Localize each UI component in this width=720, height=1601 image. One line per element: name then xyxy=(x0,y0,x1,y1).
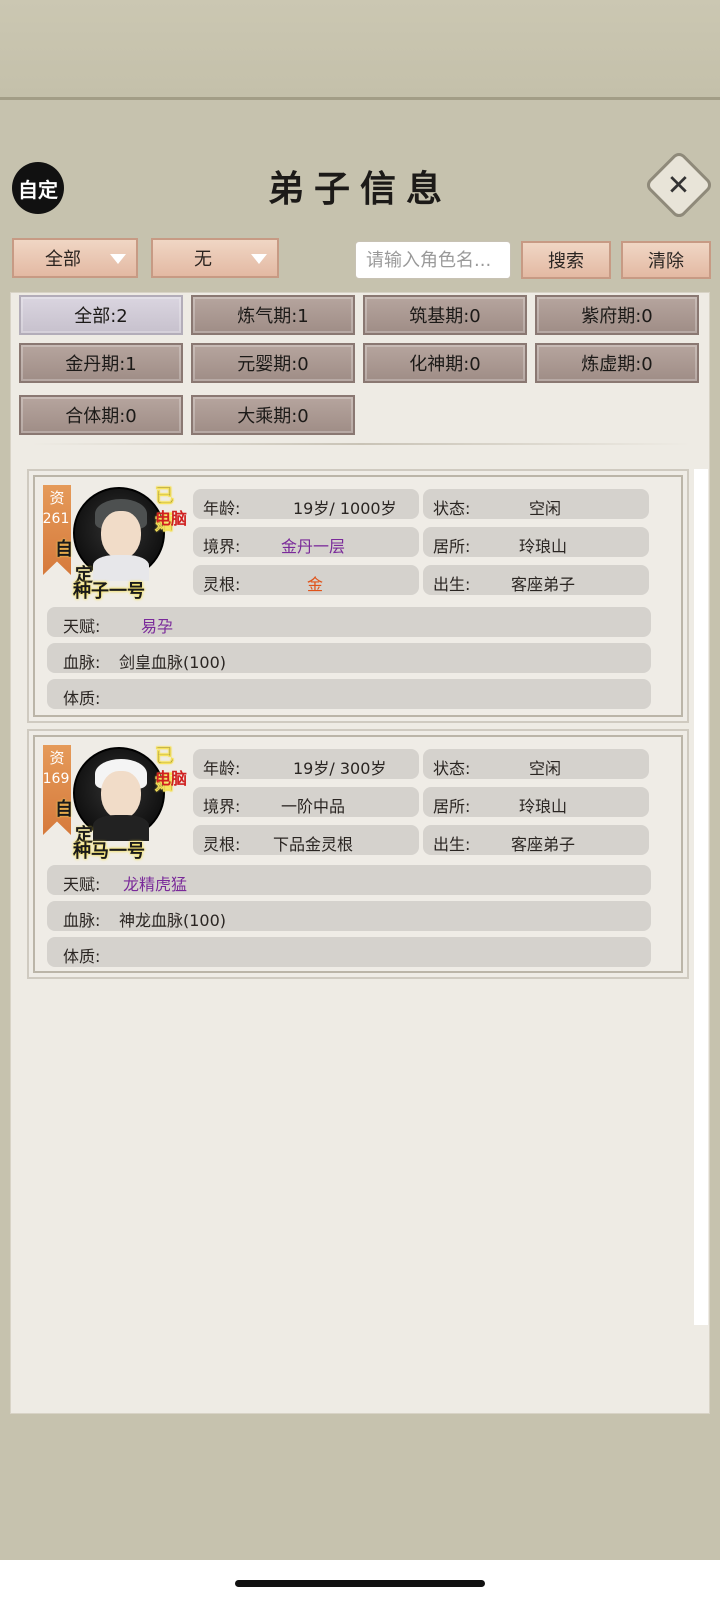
talent-label: 天赋: xyxy=(63,617,101,636)
talent-value: 龙精虎猛 xyxy=(123,875,188,894)
home-indicator[interactable] xyxy=(235,1580,485,1587)
physique-field: 体质: xyxy=(47,679,651,709)
chevron-down-icon xyxy=(251,254,267,264)
realm-field: 境界: 金丹一层 xyxy=(193,527,419,557)
pc-badge: 电脑 xyxy=(155,509,188,528)
disciple-name: 种马一号 xyxy=(73,841,145,862)
birth-value: 客座弟子 xyxy=(511,835,576,854)
realm-filter-heti[interactable]: 合体期:0 xyxy=(19,395,183,435)
disciple-name: 种子一号 xyxy=(73,581,145,602)
realm-value: 金丹一层 xyxy=(281,537,346,556)
physique-label: 体质: xyxy=(63,947,101,966)
birth-field: 出生: 客座弟子 xyxy=(423,825,649,855)
talent-value: 易孕 xyxy=(141,617,174,636)
spirit-root-value: 下品金灵根 xyxy=(273,835,354,854)
realm-filter-zifu[interactable]: 紫府期:0 xyxy=(535,295,699,335)
disciple-portrait: 资 261 已婚 电脑 自 定 种子一号 xyxy=(37,479,187,605)
realm-filter-jindan[interactable]: 金丹期:1 xyxy=(19,343,183,383)
pc-badge: 电脑 xyxy=(155,769,188,788)
custom-badge-1: 自 xyxy=(55,799,73,820)
age-field: 年龄: 19岁/ 300岁 xyxy=(193,749,419,779)
realm-filter-huashen[interactable]: 化神期:0 xyxy=(363,343,527,383)
birth-field: 出生: 客座弟子 xyxy=(423,565,649,595)
status-value: 空闲 xyxy=(529,759,562,778)
residence-label: 居所: xyxy=(433,797,471,816)
scrollbar[interactable] xyxy=(694,469,708,1325)
birth-label: 出生: xyxy=(433,575,471,594)
disciple-portrait: 资 169 已婚 电脑 自 定 种马一号 xyxy=(37,739,187,865)
page-title: 弟子信息 xyxy=(267,168,452,210)
aptitude-value: 261 xyxy=(42,511,70,527)
realm-label: 境界: xyxy=(203,797,241,816)
spirit-root-value: 金 xyxy=(307,575,324,594)
spirit-root-label: 灵根: xyxy=(203,575,241,594)
divider xyxy=(31,443,691,445)
realm-filter-lianqi[interactable]: 炼气期:1 xyxy=(191,295,355,335)
clear-button[interactable]: 清除 xyxy=(621,241,711,279)
subfilter-dropdown[interactable]: 无 xyxy=(151,238,279,278)
bloodline-field: 血脉: 剑皇血脉(100) xyxy=(47,643,651,673)
category-dropdown[interactable]: 全部 xyxy=(12,238,138,278)
residence-value: 玲琅山 xyxy=(519,537,568,556)
status-label: 状态: xyxy=(433,759,471,778)
disciple-card[interactable]: 资 261 已婚 电脑 自 定 种子一号 年龄: 19岁/ 1000岁 状态: … xyxy=(27,469,689,723)
age-field: 年龄: 19岁/ 1000岁 xyxy=(193,489,419,519)
talent-field: 天赋: 龙精虎猛 xyxy=(47,865,651,895)
bloodline-label: 血脉: xyxy=(63,653,101,672)
realm-filter-yuanying[interactable]: 元婴期:0 xyxy=(191,343,355,383)
search-button[interactable]: 搜索 xyxy=(521,241,611,279)
birth-label: 出生: xyxy=(433,835,471,854)
realm-filter-dacheng[interactable]: 大乘期:0 xyxy=(191,395,355,435)
status-field: 状态: 空闲 xyxy=(423,749,649,779)
status-field: 状态: 空闲 xyxy=(423,489,649,519)
disciple-card[interactable]: 资 169 已婚 电脑 自 定 种马一号 年龄: 19岁/ 300岁 状态: 空… xyxy=(27,729,689,979)
age-value: 19岁/ 300岁 xyxy=(293,759,387,778)
physique-field: 体质: xyxy=(47,937,651,967)
aptitude-value: 169 xyxy=(42,771,70,787)
residence-field: 居所: 玲琅山 xyxy=(423,527,649,557)
content-area: 全部:2 炼气期:1 筑基期:0 紫府期:0 金丹期:1 元婴期:0 化神期:0… xyxy=(10,292,710,1414)
realm-field: 境界: 一阶中品 xyxy=(193,787,419,817)
custom-badge-1: 自 xyxy=(55,539,73,560)
talent-field: 天赋: 易孕 xyxy=(47,607,651,637)
age-label: 年龄: xyxy=(203,499,241,518)
status-value: 空闲 xyxy=(529,499,562,518)
birth-value: 客座弟子 xyxy=(511,575,576,594)
spirit-root-field: 灵根: 下品金灵根 xyxy=(193,825,419,855)
physique-label: 体质: xyxy=(63,689,101,708)
realm-filter-zhuji[interactable]: 筑基期:0 xyxy=(363,295,527,335)
realm-label: 境界: xyxy=(203,537,241,556)
age-value: 19岁/ 1000岁 xyxy=(293,499,397,518)
aptitude-label: 资 xyxy=(49,749,65,767)
residence-value: 玲琅山 xyxy=(519,797,568,816)
realm-filter-lianxu[interactable]: 炼虚期:0 xyxy=(535,343,699,383)
talent-label: 天赋: xyxy=(63,875,101,894)
bloodline-value: 神龙血脉(100) xyxy=(119,911,227,930)
residence-label: 居所: xyxy=(433,537,471,556)
bloodline-field: 血脉: 神龙血脉(100) xyxy=(47,901,651,931)
bloodline-label: 血脉: xyxy=(63,911,101,930)
residence-field: 居所: 玲琅山 xyxy=(423,787,649,817)
realm-value: 一阶中品 xyxy=(281,797,346,816)
spirit-root-label: 灵根: xyxy=(203,835,241,854)
bloodline-value: 剑皇血脉(100) xyxy=(119,653,227,672)
close-icon: ✕ xyxy=(667,168,691,202)
spirit-root-field: 灵根: 金 xyxy=(193,565,419,595)
top-decoration xyxy=(0,0,720,100)
chevron-down-icon xyxy=(110,254,126,264)
aptitude-label: 资 xyxy=(49,489,65,507)
status-label: 状态: xyxy=(433,499,471,518)
age-label: 年龄: xyxy=(203,759,241,778)
realm-filter-all[interactable]: 全部:2 xyxy=(19,295,183,335)
search-input[interactable] xyxy=(355,241,511,279)
